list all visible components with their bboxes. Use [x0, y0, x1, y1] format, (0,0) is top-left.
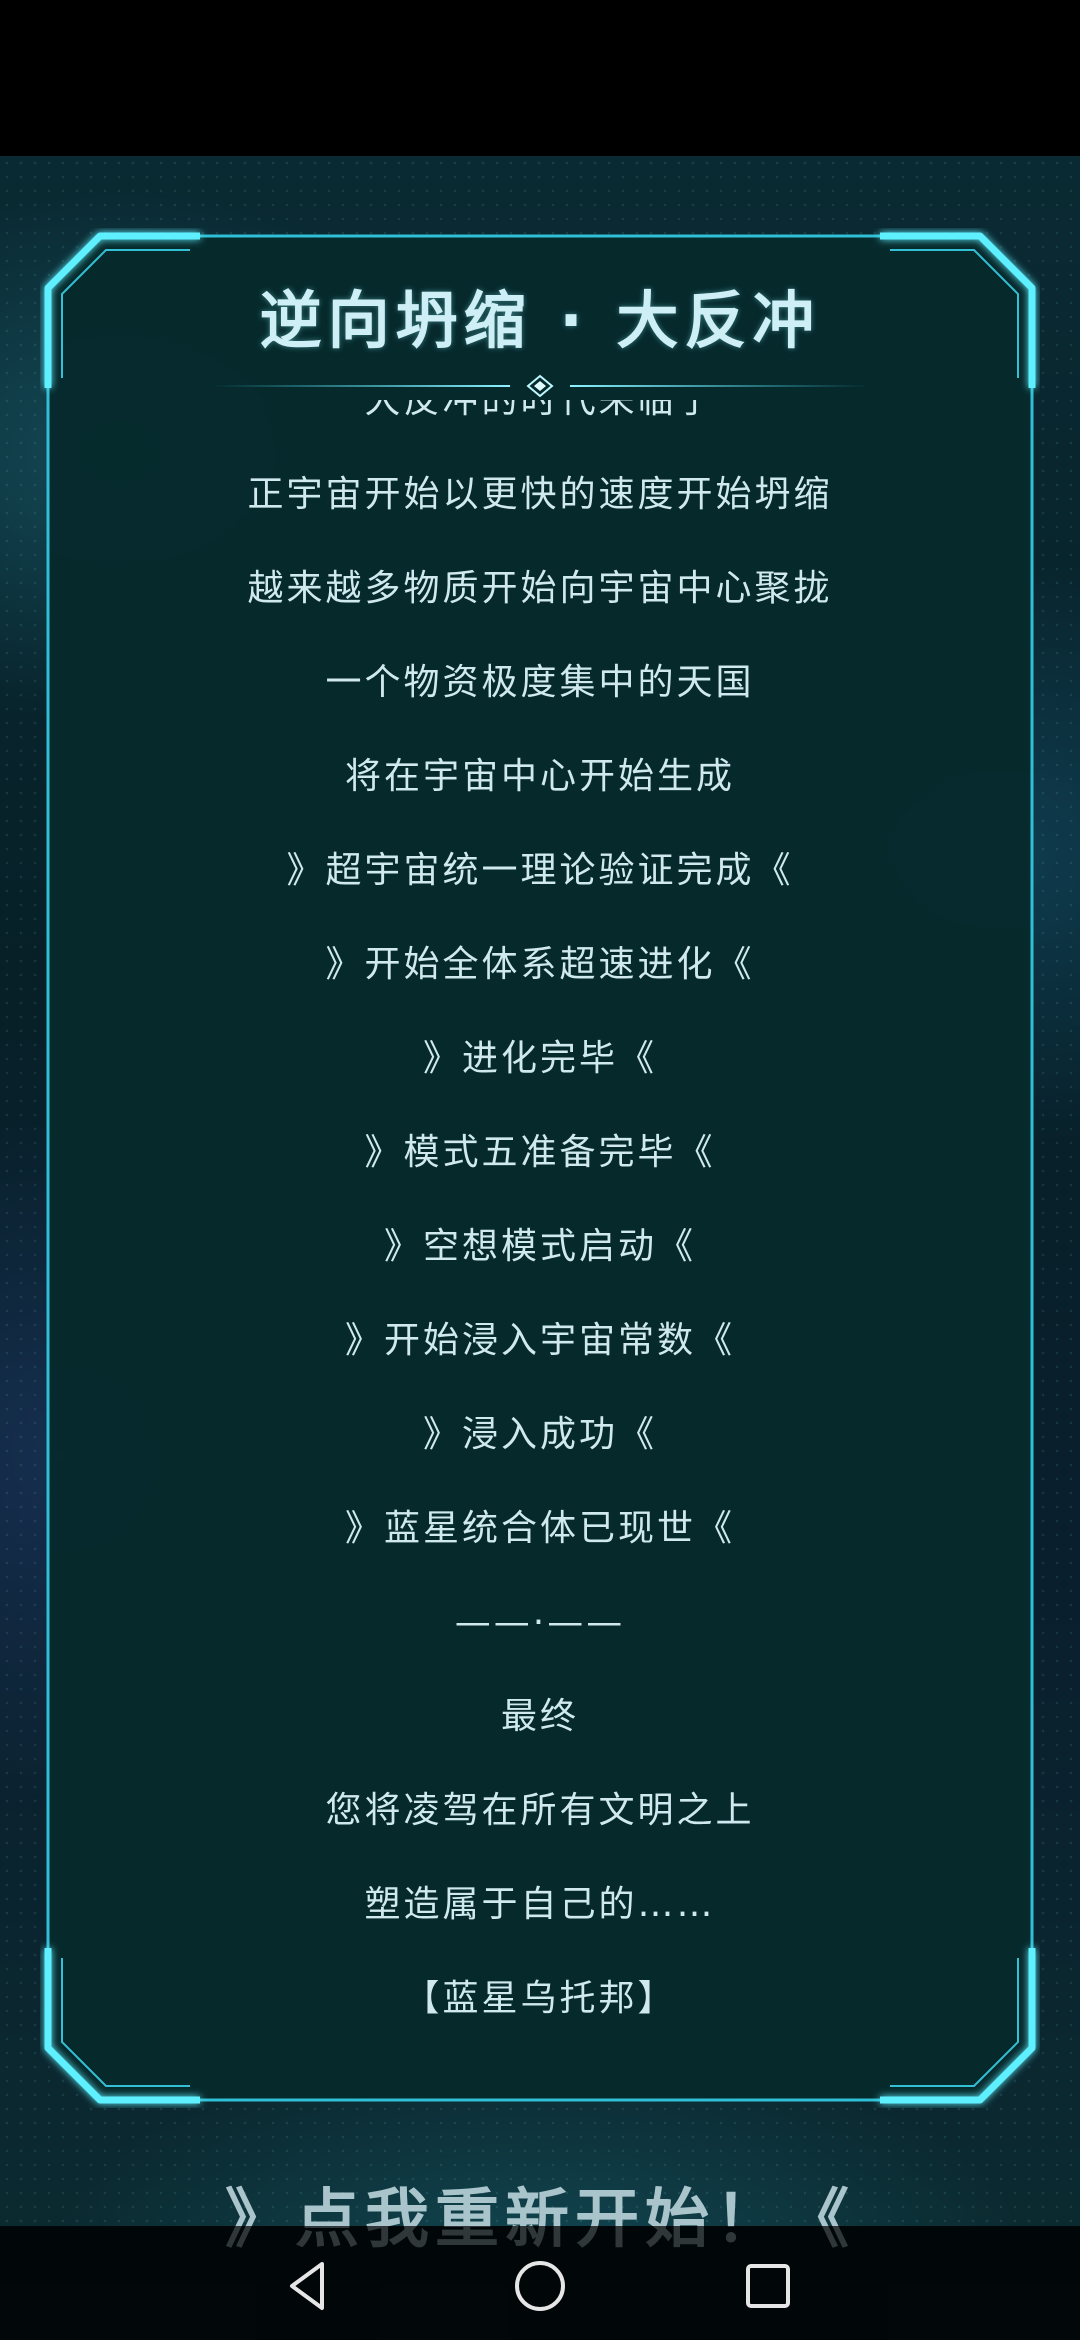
story-line: 》浸入成功《	[422, 1414, 657, 1455]
story-line: 塑造属于自己的……	[364, 1884, 716, 1925]
story-line: 一个物资极度集中的天国	[325, 662, 755, 703]
story-ending-title: 【蓝星乌托邦】	[403, 1978, 677, 2019]
story-line: 最终	[500, 1696, 579, 1737]
story-line: 》模式五准备完毕《	[364, 1132, 716, 1173]
story-line: 越来越多物质开始向宇宙中心聚拢	[247, 568, 833, 609]
story-scroll-area[interactable]: 大反冲的时代来临了 正宇宙开始以更快的速度开始坍缩 越来越多物质开始向宇宙中心聚…	[80, 400, 1000, 2050]
story-line: 将在宇宙中心开始生成	[344, 756, 735, 797]
story-line: 》开始全体系超速进化《	[325, 944, 755, 985]
recents-square-icon[interactable]	[738, 2256, 798, 2316]
story-line: 》开始浸入宇宙常数《	[344, 1320, 735, 1361]
title-divider	[210, 374, 870, 398]
panel-title: 逆向坍缩 · 大反冲	[259, 284, 821, 357]
story-line: 》进化完毕《	[422, 1038, 657, 1079]
story-line: 您将凌驾在所有文明之上	[325, 1790, 755, 1831]
story-line: 》蓝星统合体已现世《	[344, 1508, 735, 1549]
story-line: 正宇宙开始以更快的速度开始坍缩	[247, 474, 833, 515]
back-triangle-icon[interactable]	[278, 2256, 338, 2316]
story-line: 》空想模式启动《	[383, 1226, 696, 1267]
home-circle-icon[interactable]	[510, 2256, 570, 2316]
story-lines: 大反冲的时代来临了 正宇宙开始以更快的速度开始坍缩 越来越多物质开始向宇宙中心聚…	[80, 400, 1000, 2046]
story-line: 》超宇宙统一理论验证完成《	[286, 850, 794, 891]
story-separator: ——·——	[454, 1602, 626, 1643]
status-bar	[0, 0, 1080, 156]
story-line: 大反冲的时代来临了	[364, 400, 716, 421]
